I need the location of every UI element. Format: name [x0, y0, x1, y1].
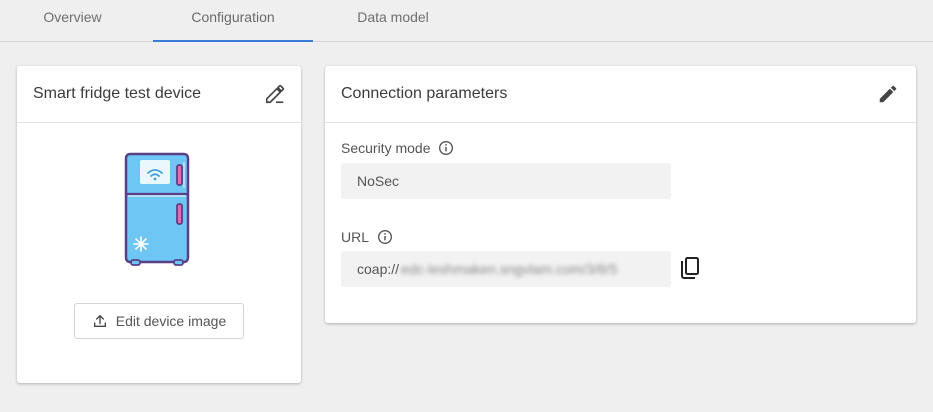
- edit-icon: [265, 84, 285, 104]
- edit-device-button[interactable]: [263, 82, 287, 106]
- info-icon[interactable]: [438, 140, 454, 156]
- tab-bar: Overview Configuration Data model: [0, 0, 933, 42]
- security-mode-field: NoSec: [341, 163, 671, 199]
- device-card: Smart fridge test device Edit device ima…: [17, 66, 301, 383]
- copy-icon: [681, 257, 699, 279]
- connection-parameters-card: Connection parameters Security mode NoSe…: [325, 66, 916, 323]
- edit-device-image-button[interactable]: Edit device image: [74, 303, 244, 339]
- url-field: coap:// edc-leshmaken.sngvlam.com/3/8/5: [341, 251, 671, 287]
- security-mode-value: NoSec: [357, 173, 400, 189]
- tab-data-model[interactable]: Data model: [313, 0, 473, 41]
- security-mode-label: Security mode: [341, 140, 454, 156]
- security-mode-label-text: Security mode: [341, 140, 431, 156]
- device-card-header: Smart fridge test device: [17, 66, 301, 123]
- tab-overview[interactable]: Overview: [0, 0, 145, 41]
- info-icon[interactable]: [377, 229, 393, 245]
- url-value-obscured: edc-leshmaken.sngvlam.com/3/8/5: [401, 261, 618, 277]
- device-title: Smart fridge test device: [33, 85, 202, 102]
- url-label-text: URL: [341, 229, 370, 245]
- tab-configuration[interactable]: Configuration: [153, 0, 313, 42]
- url-label: URL: [341, 229, 393, 245]
- smart-fridge-icon: [122, 152, 192, 268]
- url-value-prefix: coap://: [357, 261, 400, 277]
- copy-url-button[interactable]: [678, 256, 702, 280]
- edit-icon: [879, 85, 897, 103]
- edit-device-image-label: Edit device image: [115, 313, 227, 329]
- connection-title: Connection parameters: [341, 85, 508, 102]
- connection-card-header: Connection parameters: [325, 66, 916, 123]
- edit-connection-button[interactable]: [876, 82, 900, 106]
- upload-icon: [93, 315, 106, 327]
